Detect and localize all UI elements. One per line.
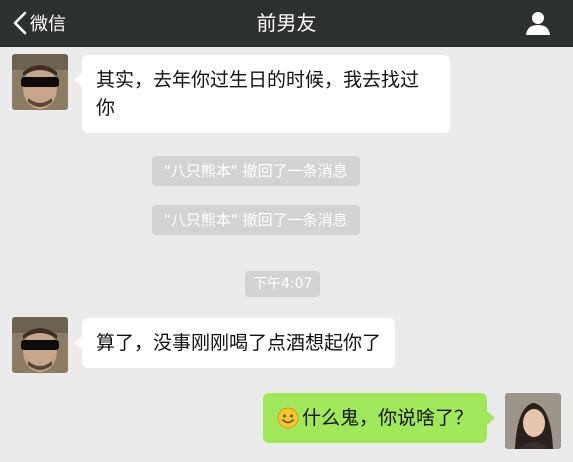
incoming-message-bubble: 其实，去年你过生日的时候，我去找过你 (74, 55, 450, 133)
contact-profile-button[interactable] (525, 10, 551, 36)
recall-notice: "八只熊本" 撤回了一条消息 (152, 156, 360, 186)
recall-notice: "八只熊本" 撤回了一条消息 (152, 205, 360, 235)
outgoing-message-text: 什么鬼，你说啥了？ (301, 407, 473, 429)
top-navigation-bar: 微信 前男友 (0, 0, 573, 47)
incoming-message-bubble: 算了，没事刚刚喝了点酒想起你了 (73, 318, 396, 368)
sender-avatar[interactable] (12, 317, 68, 373)
sender-avatar[interactable] (12, 54, 68, 110)
chevron-left-icon (13, 11, 27, 35)
chat-title: 前男友 (256, 11, 317, 35)
back-label: 微信 (30, 14, 66, 35)
user-profile-icon (526, 12, 550, 35)
outgoing-message-bubble: 什么鬼，你说啥了？ (262, 393, 496, 443)
message-timestamp: 下午4:07 (245, 271, 321, 297)
smiley-emoji-icon (277, 407, 299, 429)
my-avatar[interactable] (505, 393, 561, 449)
back-button[interactable]: 微信 (12, 8, 66, 38)
